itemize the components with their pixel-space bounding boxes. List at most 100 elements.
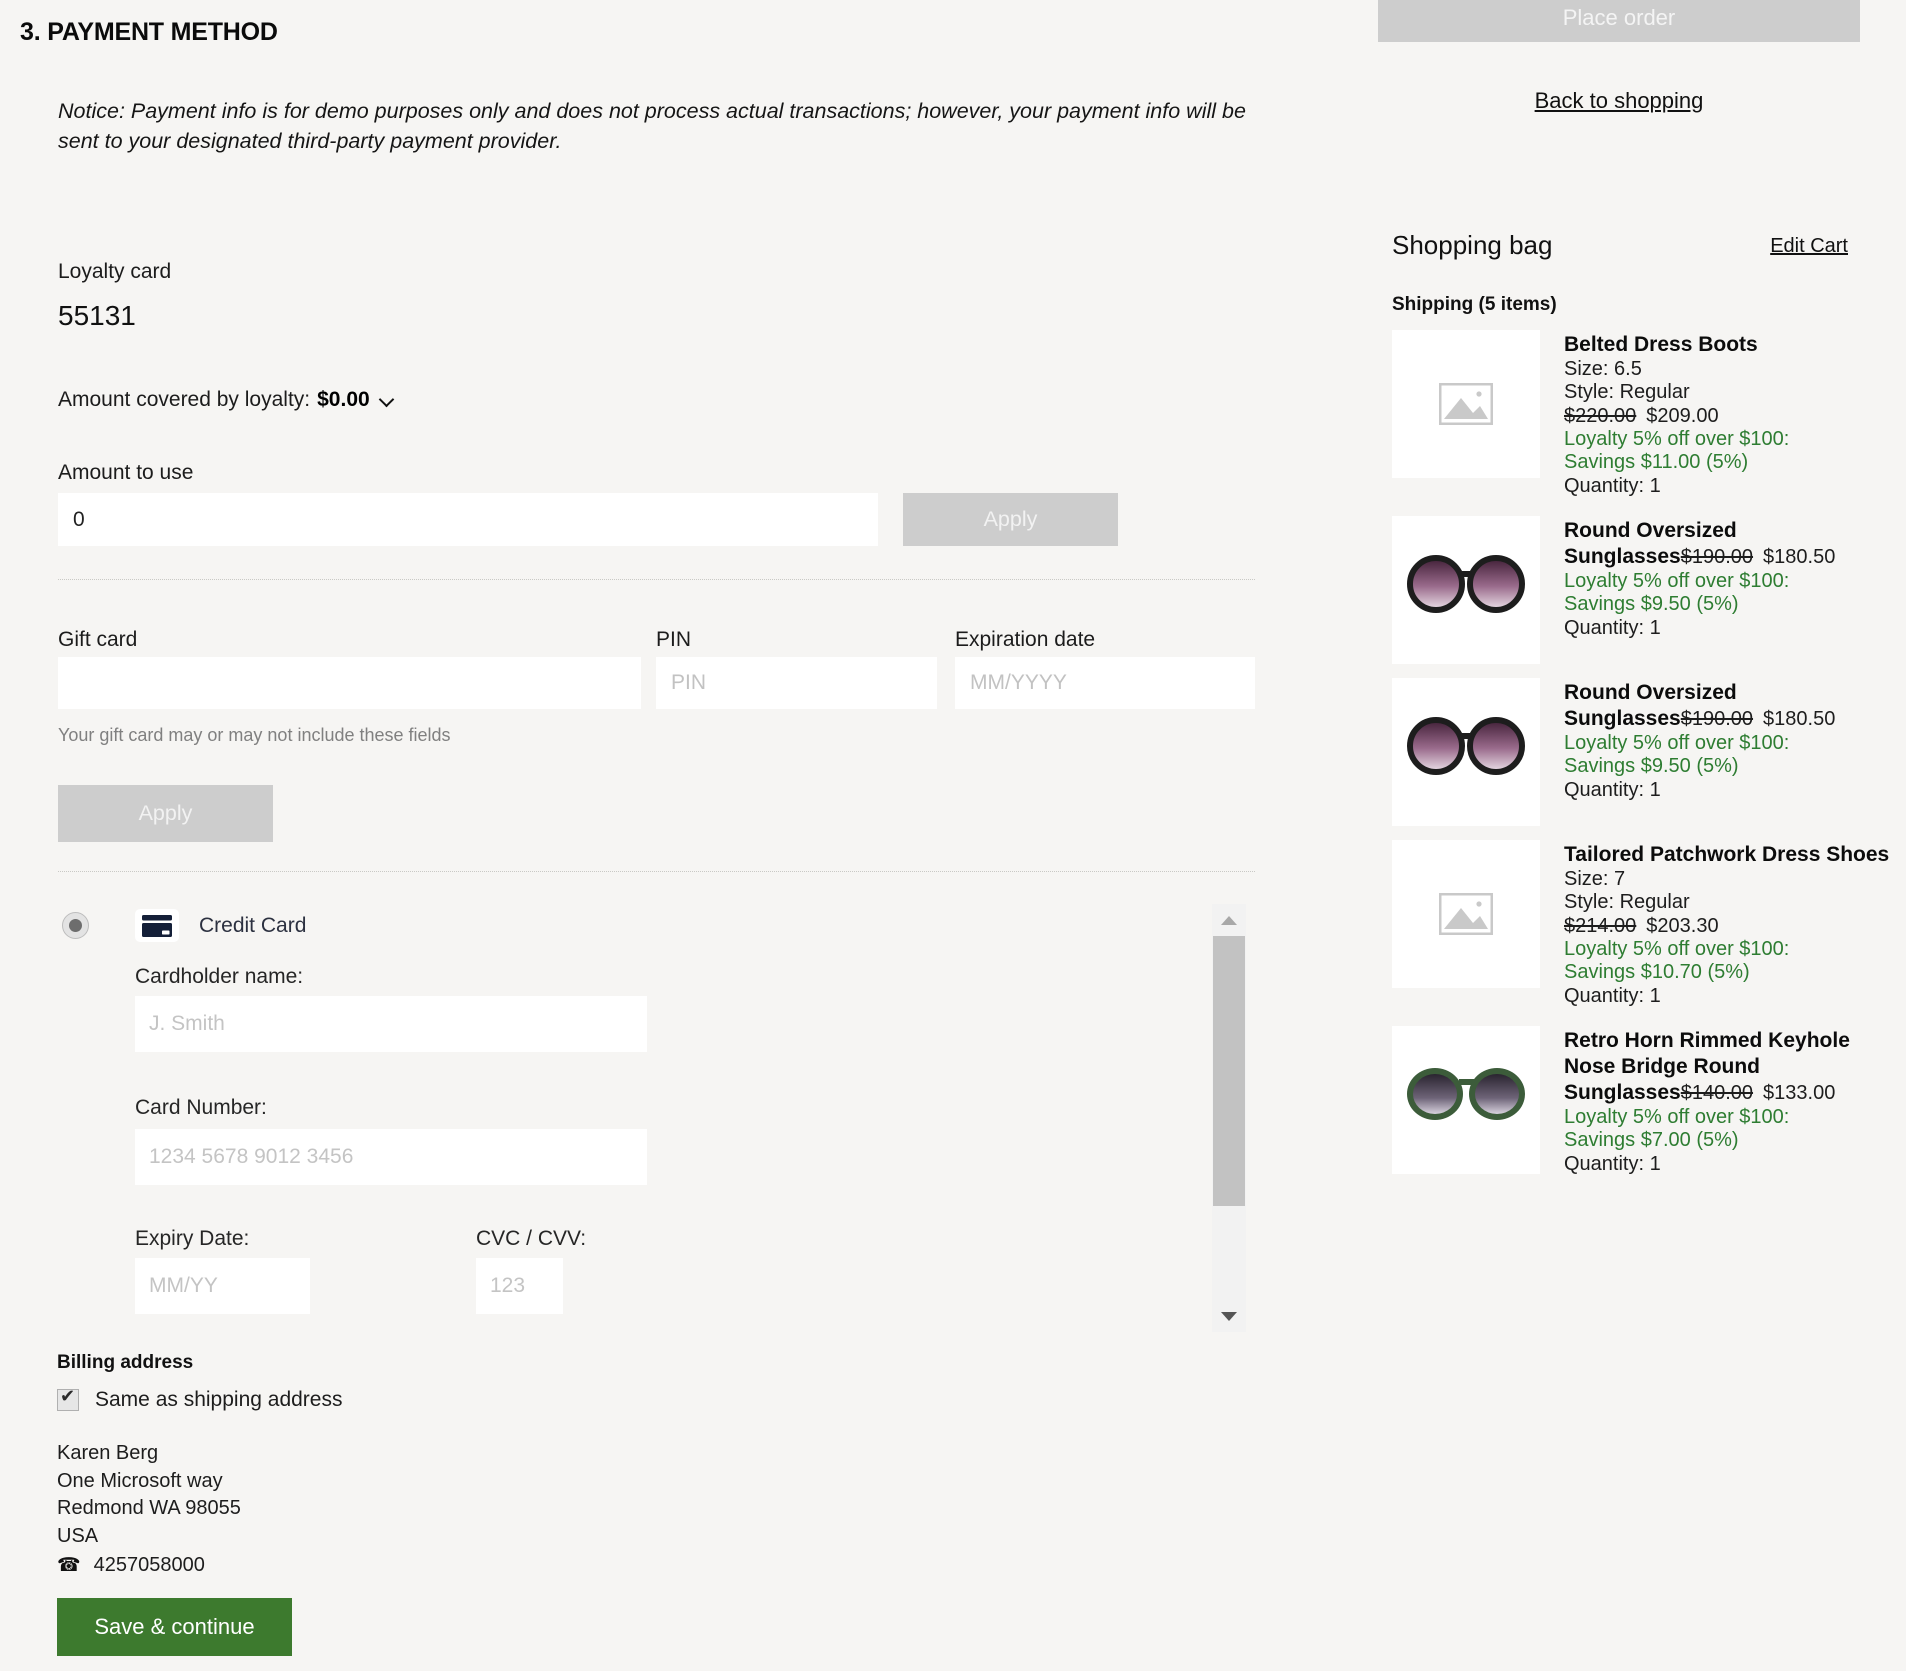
billing-city-state-zip: Redmond WA 98055 xyxy=(57,1495,241,1523)
cart-item-size: Size: 7 xyxy=(1564,868,1889,891)
scroll-up-arrow-icon[interactable] xyxy=(1212,904,1246,936)
cart-item-current-price: $133.00 xyxy=(1763,1082,1835,1104)
cart-item-loyalty-savings: Savings $7.00 (5%) xyxy=(1564,1129,1906,1152)
cart-item-price-row: $220.00 $209.00 xyxy=(1564,405,1789,428)
apply-gift-card-button[interactable]: Apply xyxy=(58,785,273,842)
billing-street: One Microsoft way xyxy=(57,1468,241,1496)
cart-item-name[interactable]: Tailored Patchwork Dress Shoes xyxy=(1564,843,1889,866)
save-and-continue-button[interactable]: Save & continue xyxy=(57,1598,292,1656)
same-as-shipping-row[interactable]: Same as shipping address xyxy=(57,1388,342,1412)
cart-item-style: Style: Regular xyxy=(1564,891,1889,914)
product-image-placeholder-icon xyxy=(1392,330,1540,478)
billing-country: USA xyxy=(57,1523,241,1551)
credit-card-radio[interactable] xyxy=(62,912,89,939)
credit-card-method-label: Credit Card xyxy=(199,914,306,938)
same-as-shipping-checkbox[interactable] xyxy=(57,1389,79,1411)
amount-covered-value: $0.00 xyxy=(317,388,370,412)
cart-item-original-price: $220.00 xyxy=(1564,405,1636,427)
cart-item-details: Belted Dress BootsSize: 6.5Style: Regula… xyxy=(1540,330,1789,498)
cart-item: Round Oversized Sunglasses$190.00$180.50… xyxy=(1378,678,1906,826)
section-title: PAYMENT METHOD xyxy=(47,18,278,46)
phone-icon: ☎ xyxy=(57,1553,81,1579)
cart-item-current-price: $203.30 xyxy=(1646,915,1718,937)
amount-covered-row[interactable]: Amount covered by loyalty: $0.00 xyxy=(58,388,396,412)
amount-covered-label: Amount covered by loyalty: xyxy=(58,388,310,412)
gift-card-pin-label: PIN xyxy=(656,628,691,652)
edit-cart-link[interactable]: Edit Cart xyxy=(1378,235,1848,258)
scroll-down-arrow-icon[interactable] xyxy=(1212,1300,1246,1332)
cart-item-current-price: $209.00 xyxy=(1646,405,1718,427)
cart-item-list: Belted Dress BootsSize: 6.5Style: Regula… xyxy=(1378,330,1906,1190)
cart-item-quantity: Quantity: 1 xyxy=(1564,1153,1906,1176)
cart-item-loyalty-title: Loyalty 5% off over $100: xyxy=(1564,732,1906,755)
cart-item-details: Round Oversized Sunglasses$190.00$180.50… xyxy=(1540,516,1906,664)
product-image-placeholder-icon xyxy=(1392,840,1540,988)
cart-item-quantity: Quantity: 1 xyxy=(1564,475,1789,498)
cart-item-original-price: $190.00 xyxy=(1681,546,1753,568)
cvc-input[interactable] xyxy=(476,1258,563,1314)
cart-item-name-price-row: Round Oversized Sunglasses$190.00$180.50 xyxy=(1564,680,1906,732)
cart-item-name-price-row: Round Oversized Sunglasses$190.00$180.50 xyxy=(1564,518,1906,570)
cart-item: Retro Horn Rimmed Keyhole Nose Bridge Ro… xyxy=(1378,1026,1906,1176)
section-number: 3. xyxy=(20,18,40,46)
divider-giftcard xyxy=(58,871,1255,872)
cart-item-loyalty-savings: Savings $9.50 (5%) xyxy=(1564,755,1906,778)
cart-item-name[interactable]: Belted Dress Boots xyxy=(1564,333,1758,356)
payment-method-panel: 3. PAYMENT METHOD Notice: Payment info i… xyxy=(0,0,1310,1671)
cart-item-price-row: $214.00$203.30 xyxy=(1564,915,1889,938)
cart-item-style: Style: Regular xyxy=(1564,381,1789,404)
gift-card-label: Gift card xyxy=(58,628,137,652)
cart-item: Tailored Patchwork Dress ShoesSize: 7Sty… xyxy=(1378,840,1906,1008)
cvc-label: CVC / CVV: xyxy=(476,1227,586,1251)
cart-item: Round Oversized Sunglasses$190.00$180.50… xyxy=(1378,516,1906,664)
cart-item-original-price: $190.00 xyxy=(1681,708,1753,730)
place-order-button[interactable]: Place order xyxy=(1378,0,1860,42)
scrollbar-thumb[interactable] xyxy=(1213,936,1245,1206)
gift-card-pin-input[interactable] xyxy=(656,657,937,709)
gift-card-expiration-label: Expiration date xyxy=(955,628,1095,652)
billing-phone-row: ☎ 4257058000 xyxy=(57,1552,241,1580)
billing-phone: 4257058000 xyxy=(94,1552,205,1580)
card-number-input[interactable] xyxy=(135,1129,647,1185)
credit-card-section: Credit Card Cardholder name: Card Number… xyxy=(56,900,1271,1335)
loyalty-card-label: Loyalty card xyxy=(58,260,171,284)
cart-item-current-price: $180.50 xyxy=(1763,708,1835,730)
radio-selected-dot xyxy=(69,919,82,932)
apply-loyalty-button[interactable]: Apply xyxy=(903,493,1118,546)
cart-item: Belted Dress BootsSize: 6.5Style: Regula… xyxy=(1378,330,1906,498)
cardholder-name-input[interactable] xyxy=(135,996,647,1052)
divider-loyalty xyxy=(58,579,1255,580)
cart-item-loyalty-title: Loyalty 5% off over $100: xyxy=(1564,428,1789,451)
cart-item-quantity: Quantity: 1 xyxy=(1564,617,1906,640)
back-to-shopping-link[interactable]: Back to shopping xyxy=(1378,88,1860,114)
cart-item-size: Size: 6.5 xyxy=(1564,358,1789,381)
gift-card-input[interactable] xyxy=(58,657,641,709)
cardholder-name-label: Cardholder name: xyxy=(135,965,303,989)
cart-item-details: Retro Horn Rimmed Keyhole Nose Bridge Ro… xyxy=(1540,1026,1906,1176)
credit-card-scrollbar[interactable] xyxy=(1212,904,1246,1332)
gift-card-expiration-input[interactable] xyxy=(955,657,1255,709)
amount-to-use-label: Amount to use xyxy=(58,461,193,485)
billing-address-block: Karen Berg One Microsoft way Redmond WA … xyxy=(57,1440,241,1580)
amount-to-use-input[interactable] xyxy=(58,493,878,546)
checkout-page: 3. PAYMENT METHOD Notice: Payment info i… xyxy=(0,0,1906,1671)
cart-item-quantity: Quantity: 1 xyxy=(1564,985,1889,1008)
cart-item-loyalty-title: Loyalty 5% off over $100: xyxy=(1564,1106,1906,1129)
cart-item-loyalty-savings: Savings $9.50 (5%) xyxy=(1564,593,1906,616)
payment-notice: Notice: Payment info is for demo purpose… xyxy=(58,96,1248,156)
same-as-shipping-label: Same as shipping address xyxy=(95,1388,342,1412)
cart-item-original-price: $140.00 xyxy=(1681,1082,1753,1104)
chevron-down-icon[interactable] xyxy=(380,392,396,408)
cart-item-loyalty-title: Loyalty 5% off over $100: xyxy=(1564,570,1906,593)
billing-address-title: Billing address xyxy=(57,1352,193,1374)
cart-item-loyalty-savings: Savings $11.00 (5%) xyxy=(1564,451,1789,474)
cart-item-name-price-row: Retro Horn Rimmed Keyhole Nose Bridge Ro… xyxy=(1564,1028,1906,1106)
product-thumbnail xyxy=(1392,678,1540,826)
credit-card-icon xyxy=(135,909,179,942)
cart-item-current-price: $180.50 xyxy=(1763,546,1835,568)
expiry-date-input[interactable] xyxy=(135,1258,310,1314)
cart-item-details: Round Oversized Sunglasses$190.00$180.50… xyxy=(1540,678,1906,826)
gift-card-hint: Your gift card may or may not include th… xyxy=(58,725,451,746)
page-title: 3. PAYMENT METHOD xyxy=(20,18,278,47)
cart-item-quantity: Quantity: 1 xyxy=(1564,779,1906,802)
